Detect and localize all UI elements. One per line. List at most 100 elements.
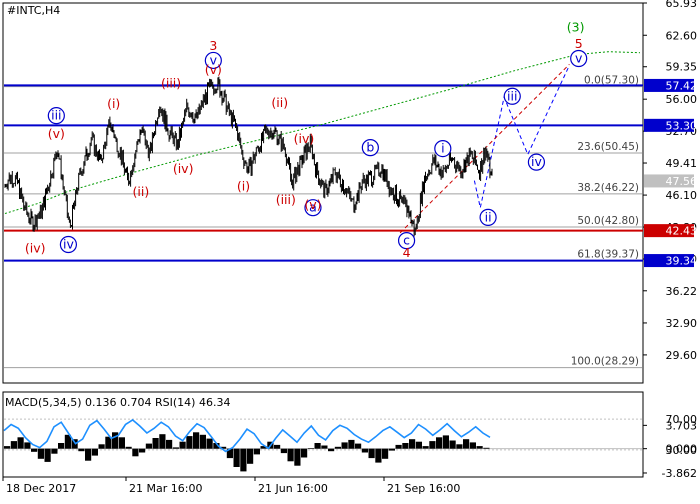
- macd-bar: [44, 448, 51, 462]
- x-tick-label: 18 Dec 2017: [6, 482, 76, 495]
- macd-bar: [125, 446, 132, 449]
- symbol-title: #INTC,H4: [7, 4, 61, 17]
- wave-label: 4: [403, 245, 411, 260]
- wave-label: ii: [485, 209, 492, 224]
- macd-bar: [31, 448, 38, 452]
- macd-bar: [463, 439, 470, 449]
- macd-bar: [469, 442, 476, 449]
- chart-root: 65.9362.6059.3556.0052.7049.4146.1042.80…: [0, 0, 700, 500]
- chart-svg: 65.9362.6059.3556.0052.7049.4146.1042.80…: [2, 0, 698, 495]
- macd-bar: [78, 448, 85, 452]
- wave-label: (ii): [133, 184, 150, 199]
- wave-label: iii: [507, 88, 517, 103]
- macd-bar: [17, 437, 24, 449]
- macd-bar: [179, 441, 186, 449]
- macd-bar: [348, 439, 355, 449]
- macd-bar: [409, 439, 416, 449]
- wave-label: (iv): [294, 131, 315, 146]
- x-tick-label: 21 Sep 16:00: [387, 482, 460, 495]
- macd-bar: [145, 443, 152, 449]
- macd-bar: [233, 448, 240, 467]
- macd-bar: [402, 443, 409, 449]
- macd-bar: [274, 444, 281, 449]
- macd-bar: [280, 448, 287, 454]
- wave-label: (iii): [161, 76, 181, 91]
- level-price-label: 53.30: [666, 119, 698, 132]
- macd-bar: [172, 447, 179, 449]
- macd-bar: [334, 446, 341, 449]
- macd-bar: [442, 435, 449, 449]
- y-tick-label: 59.35: [666, 61, 698, 74]
- y-tick-label: 65.93: [666, 0, 698, 10]
- fib-label: 61.8(39.37): [577, 248, 639, 260]
- wave-label: (ii): [271, 95, 288, 110]
- y-tick-label: 32.90: [666, 317, 698, 330]
- macd-bar: [206, 438, 213, 449]
- macd-bar: [429, 441, 436, 449]
- macd-bar: [159, 434, 166, 449]
- macd-bar: [436, 437, 443, 449]
- macd-bar: [395, 444, 402, 449]
- wave-label: iii: [51, 108, 61, 123]
- fib-label: 50.0(42.80): [577, 215, 639, 227]
- macd-bar: [361, 448, 368, 453]
- macd-bar: [253, 448, 260, 455]
- macd-bar: [476, 446, 483, 449]
- wave-label: (i): [237, 178, 250, 193]
- y-tick-label: 46.10: [666, 189, 698, 202]
- macd-bar: [483, 447, 490, 449]
- indicator-title: MACD(5,34,5) 0.136 0.704 RSI(14) 46.34: [5, 396, 231, 409]
- fib-label: 38.2(46.22): [577, 182, 639, 194]
- wave-label: (iii): [276, 192, 296, 207]
- macd-bar: [24, 442, 31, 449]
- macd-bar: [307, 448, 314, 449]
- macd-bar: [341, 442, 348, 449]
- macd-bar: [388, 448, 395, 451]
- level-price-label: 57.42: [666, 79, 698, 92]
- wave-label: i: [441, 141, 444, 156]
- wave-label: 5: [575, 36, 583, 51]
- macd-bar: [449, 440, 456, 449]
- indicator-y-tick-label: -3.862: [662, 467, 697, 480]
- macd-bar: [301, 448, 308, 458]
- macd-bar: [382, 448, 389, 459]
- wave-label: (v): [48, 126, 65, 141]
- macd-bar: [98, 444, 105, 449]
- macd-bar: [166, 439, 173, 449]
- wave-label: iv: [63, 236, 74, 251]
- wave-label: iv: [531, 154, 542, 169]
- price-panel-frame: [2, 2, 644, 384]
- rsi-tick-label: 70.00: [666, 413, 698, 426]
- wave-label: b: [366, 140, 374, 155]
- macd-bar: [91, 448, 98, 456]
- fib-label: 100.0(28.29): [571, 356, 639, 368]
- y-tick-label: 62.60: [666, 29, 698, 42]
- macd-bar: [314, 443, 321, 449]
- macd-bar: [139, 448, 146, 453]
- macd-bar: [240, 448, 247, 472]
- macd-bar: [58, 443, 65, 449]
- level-price-label: 39.34: [666, 255, 698, 268]
- fib-label: 23.6(50.45): [577, 141, 639, 153]
- macd-bar: [132, 448, 139, 457]
- macd-bar: [51, 448, 58, 454]
- wave-label: v: [575, 51, 583, 66]
- rsi-tick-label: 30.00: [666, 444, 698, 457]
- macd-bar: [71, 439, 78, 449]
- y-tick-label: 29.60: [666, 349, 698, 362]
- wave-label: (3): [567, 20, 585, 35]
- macd-bar: [199, 434, 206, 449]
- macd-bar: [118, 437, 125, 449]
- level-price-label: 42.43: [666, 225, 698, 238]
- macd-bar: [287, 448, 294, 462]
- macd-bar: [152, 438, 159, 449]
- wave-label: (v): [205, 62, 222, 77]
- wave-label: 3: [209, 38, 217, 53]
- last-price-label: 47.56: [666, 175, 698, 188]
- macd-bar: [355, 443, 362, 449]
- macd-bar: [37, 448, 44, 459]
- macd-bar: [328, 448, 335, 452]
- wave-label: (iv): [25, 240, 46, 255]
- macd-bar: [193, 432, 200, 449]
- macd-bar: [456, 444, 463, 449]
